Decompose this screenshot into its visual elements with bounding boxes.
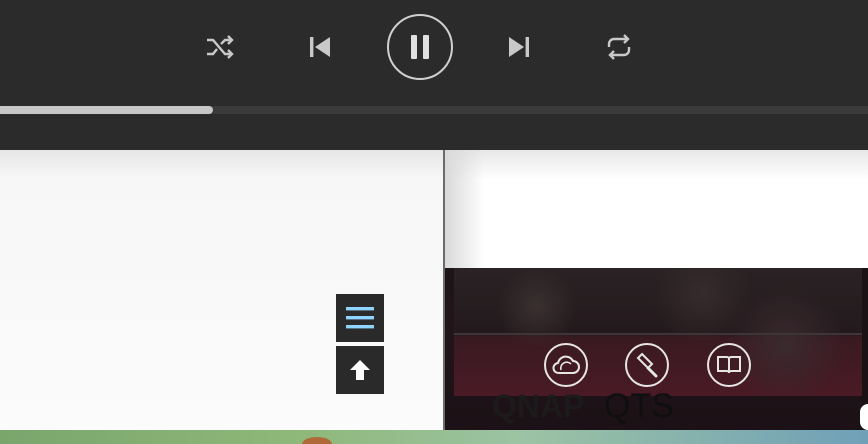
book-icon[interactable] <box>707 343 751 387</box>
app-window: QNAP QTS <box>0 0 868 444</box>
desktop-wallpaper-strip <box>0 430 868 444</box>
arrow-up-icon <box>350 360 370 380</box>
playback-progress-bar[interactable] <box>0 106 868 114</box>
product-name: QTS <box>604 387 674 425</box>
right-content-panel: QNAP QTS <box>445 150 868 430</box>
pause-button[interactable] <box>387 14 453 80</box>
skip-next-icon <box>509 37 529 57</box>
previous-track-button[interactable] <box>301 28 339 66</box>
right-panel-header-area <box>445 150 868 268</box>
qts-hero-banner: QNAP QTS <box>445 268 868 430</box>
music-player-bar <box>0 0 868 151</box>
hamburger-menu-icon <box>346 307 374 329</box>
repeat-icon <box>607 34 631 60</box>
skip-previous-icon <box>310 37 330 57</box>
hammer-icon[interactable] <box>625 343 669 387</box>
shuffle-icon <box>207 35 234 59</box>
cloud-icon[interactable] <box>544 343 588 387</box>
playback-progress-fill <box>0 106 213 114</box>
menu-button[interactable] <box>336 294 384 342</box>
scroll-to-top-button[interactable] <box>336 346 384 394</box>
shuffle-button[interactable] <box>201 28 239 66</box>
scroll-edge-element <box>860 404 868 430</box>
brand-name: QNAP <box>492 388 585 424</box>
repeat-button[interactable] <box>600 28 638 66</box>
pause-icon <box>411 35 429 59</box>
wallpaper-detail <box>302 437 332 444</box>
next-track-button[interactable] <box>500 28 538 66</box>
